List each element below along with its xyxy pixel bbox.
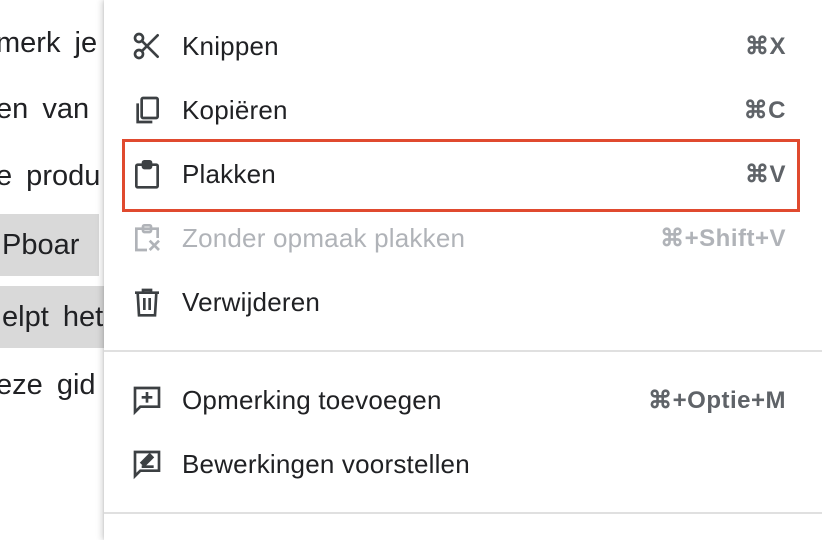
- document-selected-text-line: Pboar: [0, 214, 100, 276]
- add-comment-icon: [130, 383, 164, 417]
- menu-item-delete[interactable]: Verwijderen: [104, 270, 822, 334]
- trash-icon: [130, 285, 164, 319]
- suggest-edit-icon: [130, 447, 164, 481]
- menu-item-copy[interactable]: Kopiëren ⌘C: [104, 78, 822, 142]
- menu-item-label: Opmerking toevoegen: [182, 384, 442, 415]
- menu-item-add-comment[interactable]: Opmerking toevoegen ⌘+Optie+M: [104, 368, 822, 432]
- menu-item-shortcut: ⌘+Shift+V: [660, 224, 786, 252]
- menu-item-shortcut: ⌘C: [743, 96, 786, 124]
- context-menu: Knippen ⌘X Kopiëren ⌘C Plakken ⌘V Zonder…: [104, 0, 822, 540]
- menu-item-shortcut: ⌘V: [744, 160, 786, 188]
- menu-item-cut[interactable]: Knippen ⌘X: [104, 14, 822, 78]
- document-text-line: merk je: [0, 27, 98, 59]
- menu-divider: [104, 512, 822, 514]
- menu-item-label: Zonder opmaak plakken: [182, 222, 466, 253]
- scissors-icon: [130, 29, 164, 63]
- menu-divider: [104, 350, 822, 352]
- copy-icon: [130, 93, 164, 127]
- clipboard-x-icon: [130, 221, 164, 255]
- menu-item-shortcut: ⌘+Optie+M: [648, 386, 786, 414]
- menu-item-paste[interactable]: Plakken ⌘V: [104, 142, 822, 206]
- clipboard-icon: [130, 157, 164, 191]
- menu-item-label: Verwijderen: [182, 286, 321, 317]
- menu-item-label: Kopiëren: [182, 94, 288, 125]
- menu-item-label: Bewerkingen voorstellen: [182, 448, 470, 479]
- document-text-line: e produ: [0, 160, 101, 192]
- document-text-line: en van: [0, 93, 90, 125]
- document-text-line: eze gid: [0, 369, 96, 401]
- menu-item-paste-without-formatting[interactable]: Zonder opmaak plakken ⌘+Shift+V: [104, 206, 822, 270]
- menu-item-label: Knippen: [182, 30, 279, 61]
- menu-item-shortcut: ⌘X: [744, 32, 786, 60]
- menu-item-suggest-edits[interactable]: Bewerkingen voorstellen: [104, 432, 822, 496]
- menu-item-label: Plakken: [182, 158, 276, 189]
